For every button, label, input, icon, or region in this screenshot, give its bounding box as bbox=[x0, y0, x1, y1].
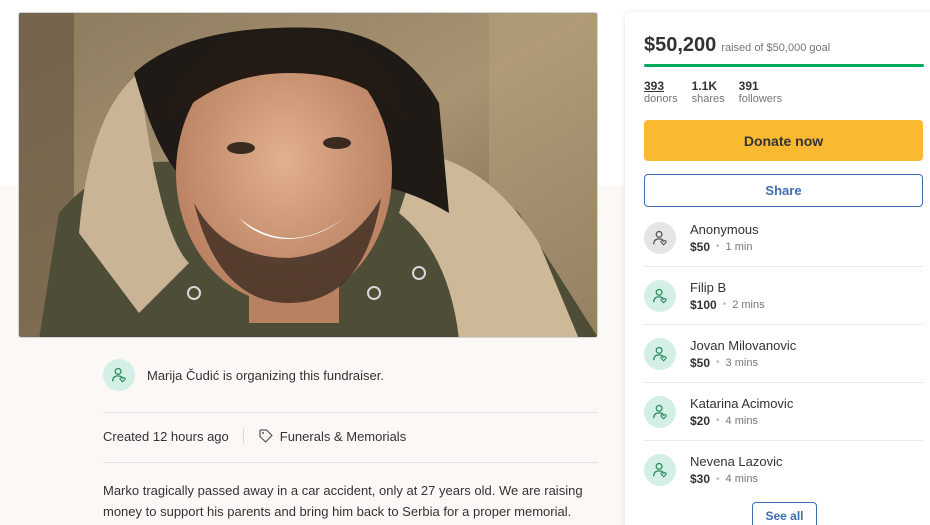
user-heart-icon bbox=[653, 404, 667, 420]
category-link[interactable]: Funerals & Memorials bbox=[280, 429, 406, 444]
donor-avatar bbox=[644, 221, 676, 254]
donor-name: Anonymous bbox=[690, 221, 759, 237]
donation-item: Katarina Acimovic $20 • 4 mins bbox=[644, 383, 923, 441]
see-all-button[interactable]: See all bbox=[752, 502, 817, 525]
organizer-avatar bbox=[103, 359, 135, 391]
donation-amount: $50 bbox=[690, 239, 711, 254]
donor-avatar bbox=[644, 337, 676, 370]
created-time: Created 12 hours ago bbox=[103, 428, 229, 444]
user-heart-icon bbox=[653, 462, 667, 478]
donation-item: Jovan Milovanovic $50 • 3 mins bbox=[644, 325, 923, 383]
separator-dot: • bbox=[716, 473, 720, 485]
organizer-row[interactable]: Marija Čudić is organizing this fundrais… bbox=[103, 358, 598, 392]
donation-item: Filip B $100 • 2 mins bbox=[644, 267, 923, 325]
stat-label: donors bbox=[644, 93, 678, 105]
donation-item: Anonymous $50 • 1 min bbox=[644, 209, 923, 267]
stat-followers: 391 followers bbox=[739, 79, 782, 105]
stat-value: 393 bbox=[644, 79, 665, 93]
recent-donations-list: Anonymous $50 • 1 min Filip B $100 • 2 m… bbox=[644, 209, 923, 499]
divider bbox=[103, 412, 598, 413]
donor-name: Jovan Milovanovic bbox=[690, 337, 797, 353]
story-text: Marko tragically passed away in a car ac… bbox=[103, 483, 583, 519]
stat-shares: 1.1K shares bbox=[692, 79, 725, 105]
raised-amount: $50,200 bbox=[644, 34, 717, 56]
donor-name: Katarina Acimovic bbox=[690, 395, 794, 411]
share-button[interactable]: Share bbox=[644, 174, 923, 207]
donor-avatar bbox=[644, 279, 676, 312]
donation-amount: $30 bbox=[690, 472, 711, 486]
donor-name: Nevena Lazovic bbox=[690, 454, 783, 469]
stat-donors[interactable]: 393 donors bbox=[644, 79, 678, 105]
donor-avatar bbox=[644, 395, 676, 428]
donor-name: Filip B bbox=[690, 279, 727, 295]
donation-amount: $100 bbox=[690, 297, 717, 312]
separator-dot: • bbox=[722, 299, 727, 310]
donation-amount: $20 bbox=[690, 413, 711, 428]
divider bbox=[103, 462, 598, 463]
user-heart-icon bbox=[653, 288, 667, 304]
meta-row: Created 12 hours ago Funerals & Memorial… bbox=[103, 426, 406, 446]
separator-dot: • bbox=[716, 415, 720, 426]
donation-time: 3 mins bbox=[725, 356, 758, 369]
donor-avatar bbox=[644, 454, 676, 486]
donation-sidebar: $50,200 raised of $50,000 goal 393 donor… bbox=[625, 12, 930, 525]
separator-dot: • bbox=[716, 357, 720, 368]
stat-value: 391 bbox=[738, 79, 759, 93]
user-heart-icon bbox=[112, 367, 126, 383]
hero-photo-illustration bbox=[19, 13, 597, 337]
donation-time: 2 mins bbox=[732, 298, 765, 311]
donation-time: 4 mins bbox=[725, 473, 758, 485]
organizer-text: Marija Čudić is organizing this fundrais… bbox=[147, 367, 384, 383]
stat-value: 1.1K bbox=[691, 79, 717, 93]
donation-time: 1 min bbox=[725, 240, 753, 253]
donation-item: Nevena Lazovic $30 • 4 mins bbox=[644, 441, 923, 499]
stat-label: shares bbox=[691, 93, 725, 105]
raised-summary: $50,200 raised of $50,000 goal bbox=[644, 34, 830, 57]
user-heart-icon bbox=[653, 346, 667, 362]
raised-goal: raised of $50,000 goal bbox=[721, 42, 831, 54]
stat-label: followers bbox=[738, 93, 783, 105]
stats-row: 393 donors 1.1K shares 391 followers bbox=[644, 79, 782, 105]
progress-fill bbox=[644, 64, 924, 67]
donation-time: 4 mins bbox=[725, 414, 758, 427]
tag-icon bbox=[259, 429, 273, 443]
user-heart-icon bbox=[653, 230, 667, 246]
progress-bar bbox=[644, 64, 924, 67]
donation-amount: $50 bbox=[690, 355, 711, 370]
donate-now-button[interactable]: Donate now bbox=[644, 120, 923, 161]
meta-separator bbox=[242, 428, 244, 444]
separator-dot: • bbox=[716, 241, 720, 252]
campaign-hero-image bbox=[18, 12, 598, 338]
